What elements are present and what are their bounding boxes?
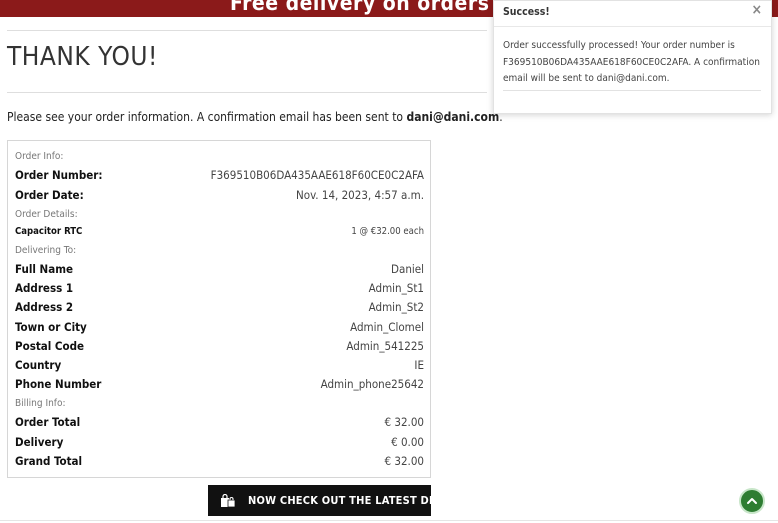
- shopping-bags-icon: [220, 493, 236, 508]
- divider: [7, 92, 487, 93]
- billing-row: Order Total € 32.00: [15, 415, 424, 429]
- delivering-heading: Delivering To:: [15, 245, 77, 256]
- delivery-row: Full Name Daniel: [15, 262, 424, 276]
- latest-deals-button[interactable]: NOW CHECK OUT THE LATEST DEALS!: [208, 485, 462, 516]
- address1-value: Admin_St1: [368, 281, 424, 295]
- delivery-row: Postal Code Admin_541225: [15, 339, 424, 353]
- delivery-cost-value: € 0.00: [391, 435, 424, 449]
- delivery-cost-label: Delivery: [15, 435, 64, 449]
- scroll-to-top-button[interactable]: [739, 488, 765, 514]
- address2-label: Address 2: [15, 300, 74, 314]
- delivery-row: Country IE: [15, 358, 424, 372]
- delivery-row: Address 1 Admin_St1: [15, 281, 424, 295]
- grand-total-label: Grand Total: [15, 454, 83, 468]
- success-toast: Success! × Order successfully processed!…: [493, 0, 772, 114]
- postal-code-value: Admin_541225: [346, 339, 424, 353]
- billing-row: Grand Total € 32.00: [15, 454, 424, 468]
- town-label: Town or City: [15, 320, 87, 334]
- order-number-label: Order Number:: [15, 168, 103, 182]
- chevron-up-icon: [747, 498, 757, 504]
- page-title: THANK YOU!: [7, 42, 158, 72]
- billing-heading: Billing Info:: [15, 398, 66, 409]
- order-summary: Order Info: Order Number: F369510B06DA43…: [7, 140, 431, 478]
- toast-title: Success!: [503, 6, 550, 18]
- order-details-heading: Order Details:: [15, 209, 78, 220]
- order-date-value: Nov. 14, 2023, 4:57 a.m.: [296, 188, 424, 202]
- divider: [7, 30, 487, 31]
- full-name-value: Daniel: [391, 262, 424, 276]
- intro-email: dani@dani.com: [406, 110, 500, 124]
- close-icon[interactable]: ×: [751, 2, 762, 18]
- footer-divider: [0, 520, 778, 521]
- phone-value: Admin_phone25642: [320, 377, 424, 391]
- phone-label: Phone Number: [15, 377, 102, 391]
- toast-message: Order successfully processed! Your order…: [503, 40, 760, 84]
- order-total-label: Order Total: [15, 415, 81, 429]
- toast-header: Success! ×: [494, 1, 771, 27]
- billing-row: Delivery € 0.00: [15, 435, 424, 449]
- order-date-label: Order Date:: [15, 188, 84, 202]
- order-number-value: F369510B06DA435AAE618F60CE0C2AFA: [210, 168, 424, 182]
- address1-label: Address 1: [15, 281, 74, 295]
- latest-deals-label: NOW CHECK OUT THE LATEST DEALS!: [248, 494, 463, 507]
- order-number-row: Order Number: F369510B06DA435AAE618F60CE…: [15, 168, 424, 182]
- postal-code-label: Postal Code: [15, 339, 85, 353]
- delivery-row: Phone Number Admin_phone25642: [15, 377, 424, 391]
- town-value: Admin_Clomel: [350, 320, 424, 334]
- order-item-row: Capacitor RTC 1 @ €32.00 each: [15, 226, 424, 237]
- country-value: IE: [414, 358, 424, 372]
- item-name: Capacitor RTC: [15, 226, 83, 237]
- item-detail: 1 @ €32.00 each: [351, 226, 424, 237]
- order-info-heading: Order Info:: [15, 151, 64, 162]
- order-date-row: Order Date: Nov. 14, 2023, 4:57 a.m.: [15, 188, 424, 202]
- order-total-value: € 32.00: [384, 415, 424, 429]
- intro-text: Please see your order information. A con…: [7, 110, 407, 124]
- confirmation-intro: Please see your order information. A con…: [7, 110, 503, 124]
- country-label: Country: [15, 358, 62, 372]
- grand-total-value: € 32.00: [384, 454, 424, 468]
- address2-value: Admin_St2: [368, 300, 424, 314]
- toast-divider: [503, 90, 761, 91]
- delivery-row: Address 2 Admin_St2: [15, 300, 424, 314]
- full-name-label: Full Name: [15, 262, 73, 276]
- delivery-row: Town or City Admin_Clomel: [15, 320, 424, 334]
